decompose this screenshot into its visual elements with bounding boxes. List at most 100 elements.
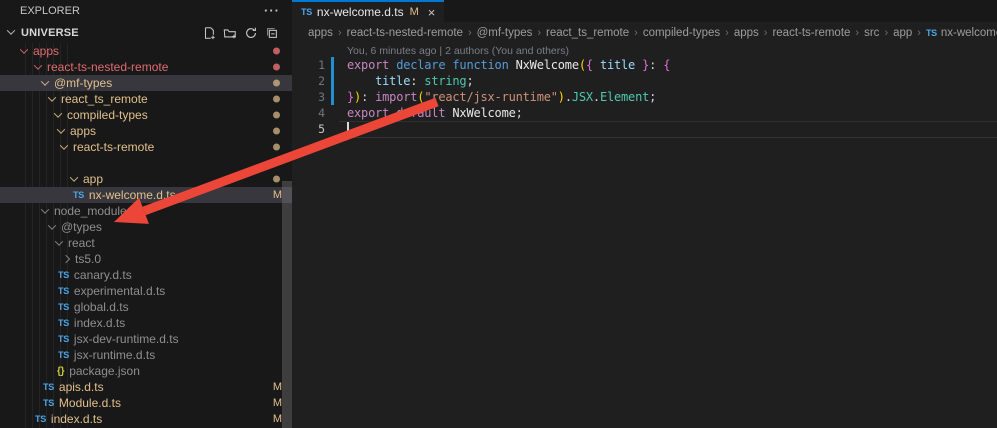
tree-item-label: Module.d.ts: [59, 396, 121, 410]
git-modified-badge: M: [273, 397, 282, 409]
line-number: 5: [292, 122, 325, 136]
chevron-down-icon: [57, 125, 65, 133]
code-line[interactable]: 5: [292, 121, 997, 137]
chevron-down-icon: [70, 173, 78, 181]
workspace-header[interactable]: UNIVERSE: [0, 22, 292, 43]
git-modified-badge: M: [273, 381, 282, 393]
git-status-dot: [273, 144, 280, 151]
code-editor[interactable]: You, 6 minutes ago | 2 authors (You and …: [292, 44, 997, 428]
code-line[interactable]: 2 title: string;: [292, 73, 997, 89]
git-modified-badge: M: [273, 189, 282, 201]
tree-item-canary.d.ts[interactable]: TScanary.d.ts: [0, 267, 292, 283]
tree-item-compiled-types[interactable]: compiled-types: [0, 107, 292, 123]
tree-item-package.json[interactable]: {}package.json: [0, 363, 292, 379]
workspace-title: UNIVERSE: [21, 27, 79, 39]
chevron-down-icon: [54, 109, 62, 117]
tree-item-label: @types: [61, 220, 102, 234]
code-line[interactable]: 1export declare function NxWelcome({ tit…: [292, 57, 997, 73]
breadcrumb-item[interactable]: apps: [308, 27, 333, 39]
code-line[interactable]: 3 }): import("react/jsx-runtime").JSX.Ele…: [292, 89, 997, 105]
tree-item-label: ts5.0: [75, 252, 101, 266]
tree-item-label: nx-welcome.d.ts: [89, 188, 176, 202]
tree-item-Module.d.ts[interactable]: TS Module.d.ts M: [0, 395, 292, 411]
explorer-title: EXPLORER: [20, 5, 80, 17]
breadcrumb-item[interactable]: nx-welcome.d.ts: [941, 27, 997, 39]
breadcrumb-item[interactable]: compiled-types: [643, 27, 720, 39]
typescript-icon: TS: [43, 398, 54, 408]
tree-item-app[interactable]: app: [0, 171, 292, 187]
tab-bar: TS nx-welcome.d.ts M ×: [292, 0, 997, 22]
tree-item-experimental.d.ts[interactable]: TS experimental.d.ts: [0, 283, 292, 299]
typescript-icon: TS: [58, 302, 69, 312]
tree-item-@mf-types[interactable]: @mf-types: [0, 75, 292, 91]
breadcrumb-item[interactable]: react-ts-nested-remote: [347, 27, 463, 39]
tree-item-jsx-dev-runtime.d.ts[interactable]: TSjsx-dev-runtime.d.ts: [0, 331, 292, 347]
tree-item-label: @mf-types: [54, 76, 112, 90]
tree-item-label: experimental.d.ts: [74, 284, 165, 298]
typescript-icon: TS: [35, 414, 46, 424]
git-modified-badge: M: [273, 413, 282, 425]
new-folder-icon[interactable]: [223, 26, 237, 40]
git-status-dot: [273, 176, 280, 183]
more-actions-icon[interactable]: ···: [264, 6, 280, 16]
tree-item-node_modules[interactable]: node_modules: [0, 203, 292, 219]
explorer-sidebar: EXPLORER ··· UNIVERSE appsreact-ts-neste…: [0, 0, 292, 428]
tab-nx-welcome[interactable]: TS nx-welcome.d.ts M ×: [292, 0, 444, 22]
tree-item-index.d.ts[interactable]: TSindex.d.ts: [0, 315, 292, 331]
breadcrumb: apps › react-ts-nested-remote › @mf-types › re…: [292, 22, 997, 44]
code-line-text: }): import("react/jsx-runtime").JSX.Elem…: [347, 90, 656, 104]
tree-item-ts5.0[interactable]: ts5.0: [0, 251, 292, 267]
line-number: 1: [292, 58, 325, 72]
tree-item-global.d.ts[interactable]: TSglobal.d.ts: [0, 299, 292, 315]
tree-item-label: apps: [33, 44, 59, 58]
tree-item-nx-welcome.d.ts[interactable]: TSnx-welcome.d.tsM: [0, 187, 292, 203]
chevron-down-icon: [41, 77, 49, 85]
code-line-text: title: string;: [347, 74, 473, 88]
chevron-right-icon: [62, 255, 70, 263]
breadcrumb-item[interactable]: app: [893, 27, 912, 39]
tab-label: nx-welcome.d.ts: [317, 5, 404, 19]
explorer-title-bar: EXPLORER ···: [0, 0, 292, 22]
breadcrumb-separator-icon: ›: [764, 27, 768, 39]
tree-item-jsx-runtime.d.ts[interactable]: TSjsx-runtime.d.ts: [0, 347, 292, 363]
collapse-all-icon[interactable]: [265, 26, 279, 40]
chevron-down-icon: [20, 45, 28, 53]
tree-item-label: node_modules: [54, 204, 133, 218]
git-status-dot: [273, 128, 280, 135]
breadcrumb-separator-icon: ›: [917, 27, 921, 39]
breadcrumb-item[interactable]: react-ts-remote: [772, 27, 850, 39]
typescript-icon: TS: [58, 350, 69, 360]
tree-item-@types[interactable]: @types: [0, 219, 292, 235]
refresh-icon[interactable]: [244, 26, 258, 40]
typescript-icon: TS: [58, 286, 69, 296]
typescript-icon: TS: [926, 28, 937, 38]
code-line[interactable]: 4export default NxWelcome;: [292, 105, 997, 121]
line-number: 3: [292, 90, 325, 104]
tree-item-apis.d.ts[interactable]: TSapis.d.tsM: [0, 379, 292, 395]
tree-item-react-ts-remote[interactable]: react-ts-remote: [0, 139, 292, 155]
breadcrumb-separator-icon: ›: [537, 27, 541, 39]
typescript-icon: TS: [58, 318, 69, 328]
tree-item-index.d.ts[interactable]: TSindex.d.tsM: [0, 411, 292, 427]
breadcrumb-item[interactable]: react_ts_remote: [546, 27, 629, 39]
new-file-icon[interactable]: [202, 26, 216, 40]
git-blame-annotation: You, 6 minutes ago | 2 authors (You and …: [347, 45, 569, 57]
breadcrumb-item[interactable]: @mf-types: [477, 27, 533, 39]
git-status-dot: [273, 96, 280, 103]
tree-item-react-ts-nested-remote[interactable]: react-ts-nested-remote: [0, 59, 292, 75]
chevron-down-icon: [48, 93, 56, 101]
tree-item-apps[interactable]: apps: [0, 43, 292, 59]
tree-item-apps[interactable]: apps: [0, 123, 292, 139]
breadcrumb-item[interactable]: apps: [734, 27, 759, 39]
sidebar-scrollbar[interactable]: [282, 181, 292, 428]
breadcrumb-separator-icon: ›: [338, 27, 342, 39]
chevron-down-icon: [34, 61, 42, 69]
tree-item-react[interactable]: react: [0, 235, 292, 251]
line-number: 4: [292, 106, 325, 120]
breadcrumb-item[interactable]: src: [864, 27, 879, 39]
close-icon[interactable]: ×: [428, 5, 436, 20]
breadcrumb-separator-icon: ›: [725, 27, 729, 39]
git-modified-badge: M: [410, 6, 419, 18]
git-status-dot: [273, 48, 280, 55]
tree-item-react_ts_remote[interactable]: react_ts_remote: [0, 91, 292, 107]
